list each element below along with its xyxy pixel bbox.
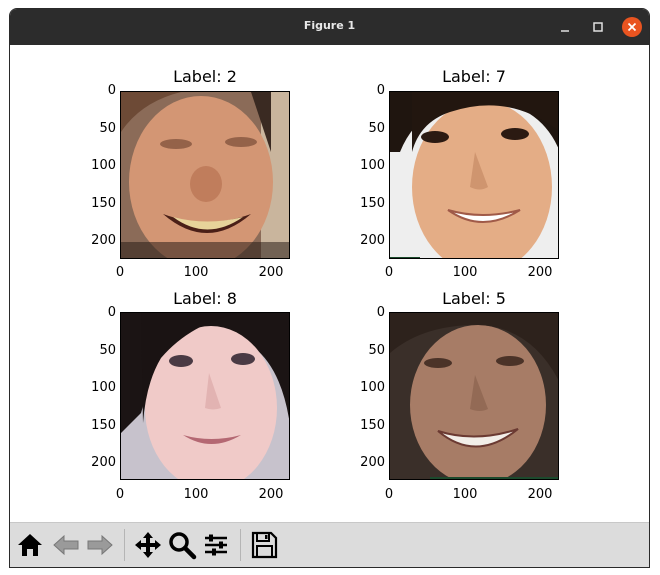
minimize-icon: [561, 30, 569, 32]
subplot-title: Label: 2: [173, 67, 237, 86]
x-tick-label: 100: [452, 265, 478, 280]
toolbar-separator: [124, 529, 125, 561]
toolbar-separator: [240, 529, 241, 561]
y-tick-label: 50: [99, 121, 116, 136]
y-tick-label: 150: [91, 418, 116, 433]
save-button[interactable]: [248, 529, 280, 561]
y-tick-label: 200: [360, 455, 385, 470]
subplot-3: Label: 8 0 50 100 150 200 0 100 200: [91, 289, 290, 509]
navigation-toolbar: [10, 522, 649, 567]
y-tick-label: 100: [91, 158, 116, 173]
subplot-1: Label: 2 0 50 100 150 200 0 100 200: [91, 67, 290, 287]
y-tick-label: 0: [107, 305, 116, 320]
y-tick-label: 0: [107, 83, 116, 98]
x-tick-label: 0: [384, 487, 394, 502]
title-bar: Figure 1: [10, 9, 649, 45]
x-tick-label: 0: [115, 265, 125, 280]
window-title: Figure 1: [303, 19, 356, 32]
y-tick-label: 50: [99, 343, 116, 358]
face-image: [389, 312, 559, 480]
y-tick-label: 100: [360, 158, 385, 173]
forward-button[interactable]: [84, 529, 116, 561]
configure-subplots-button[interactable]: [200, 529, 232, 561]
y-tick-label: 100: [360, 380, 385, 395]
y-tick-label: 200: [360, 233, 385, 248]
y-tick-label: 50: [368, 343, 385, 358]
y-tick-label: 200: [91, 233, 116, 248]
subplot-title: Label: 7: [442, 67, 506, 86]
x-tick-label: 200: [258, 265, 284, 280]
y-tick-label: 100: [91, 380, 116, 395]
y-tick-label: 200: [91, 455, 116, 470]
x-tick-label: 200: [527, 487, 553, 502]
minimize-button[interactable]: [555, 17, 575, 37]
y-tick-label: 0: [376, 83, 385, 98]
x-tick-label: 100: [183, 487, 209, 502]
zoom-icon: [169, 532, 197, 560]
back-icon: [53, 534, 79, 556]
maximize-icon: [593, 22, 603, 32]
face-image: [389, 91, 559, 259]
subplot-4: Label: 5 0 50 100 150 200 0 100 200: [360, 289, 559, 509]
maximize-button[interactable]: [588, 17, 608, 37]
subplot-title: Label: 5: [442, 289, 506, 308]
y-tick-label: 150: [360, 196, 385, 211]
pan-icon: [135, 532, 161, 558]
configure-subplots-icon: [205, 534, 227, 556]
figure-canvas[interactable]: Label: 2 0 50 100 150 200 0 100 200 Labe…: [10, 45, 649, 525]
home-button[interactable]: [14, 529, 46, 561]
y-tick-label: 50: [368, 121, 385, 136]
x-tick-label: 0: [384, 265, 394, 280]
face-image: [120, 312, 290, 480]
figure-window: Figure 1 Label: 2 0 50 100 150 200 0 100…: [9, 8, 650, 568]
x-tick-label: 0: [115, 487, 125, 502]
subplot-title: Label: 8: [173, 289, 237, 308]
home-icon: [18, 534, 42, 556]
zoom-button[interactable]: [166, 529, 198, 561]
forward-icon: [87, 534, 113, 556]
close-icon: [627, 22, 637, 32]
x-tick-label: 100: [183, 265, 209, 280]
subplot-2: Label: 7 0 50 100 150 200 0 100 200: [360, 67, 559, 287]
y-tick-label: 150: [91, 196, 116, 211]
face-image: [120, 91, 290, 259]
x-tick-label: 100: [452, 487, 478, 502]
y-tick-label: 150: [360, 418, 385, 433]
y-tick-label: 0: [376, 305, 385, 320]
x-tick-label: 200: [527, 265, 553, 280]
save-icon: [251, 531, 278, 559]
pan-button[interactable]: [132, 529, 164, 561]
back-button[interactable]: [50, 529, 82, 561]
close-button[interactable]: [622, 17, 642, 37]
x-tick-label: 200: [258, 487, 284, 502]
